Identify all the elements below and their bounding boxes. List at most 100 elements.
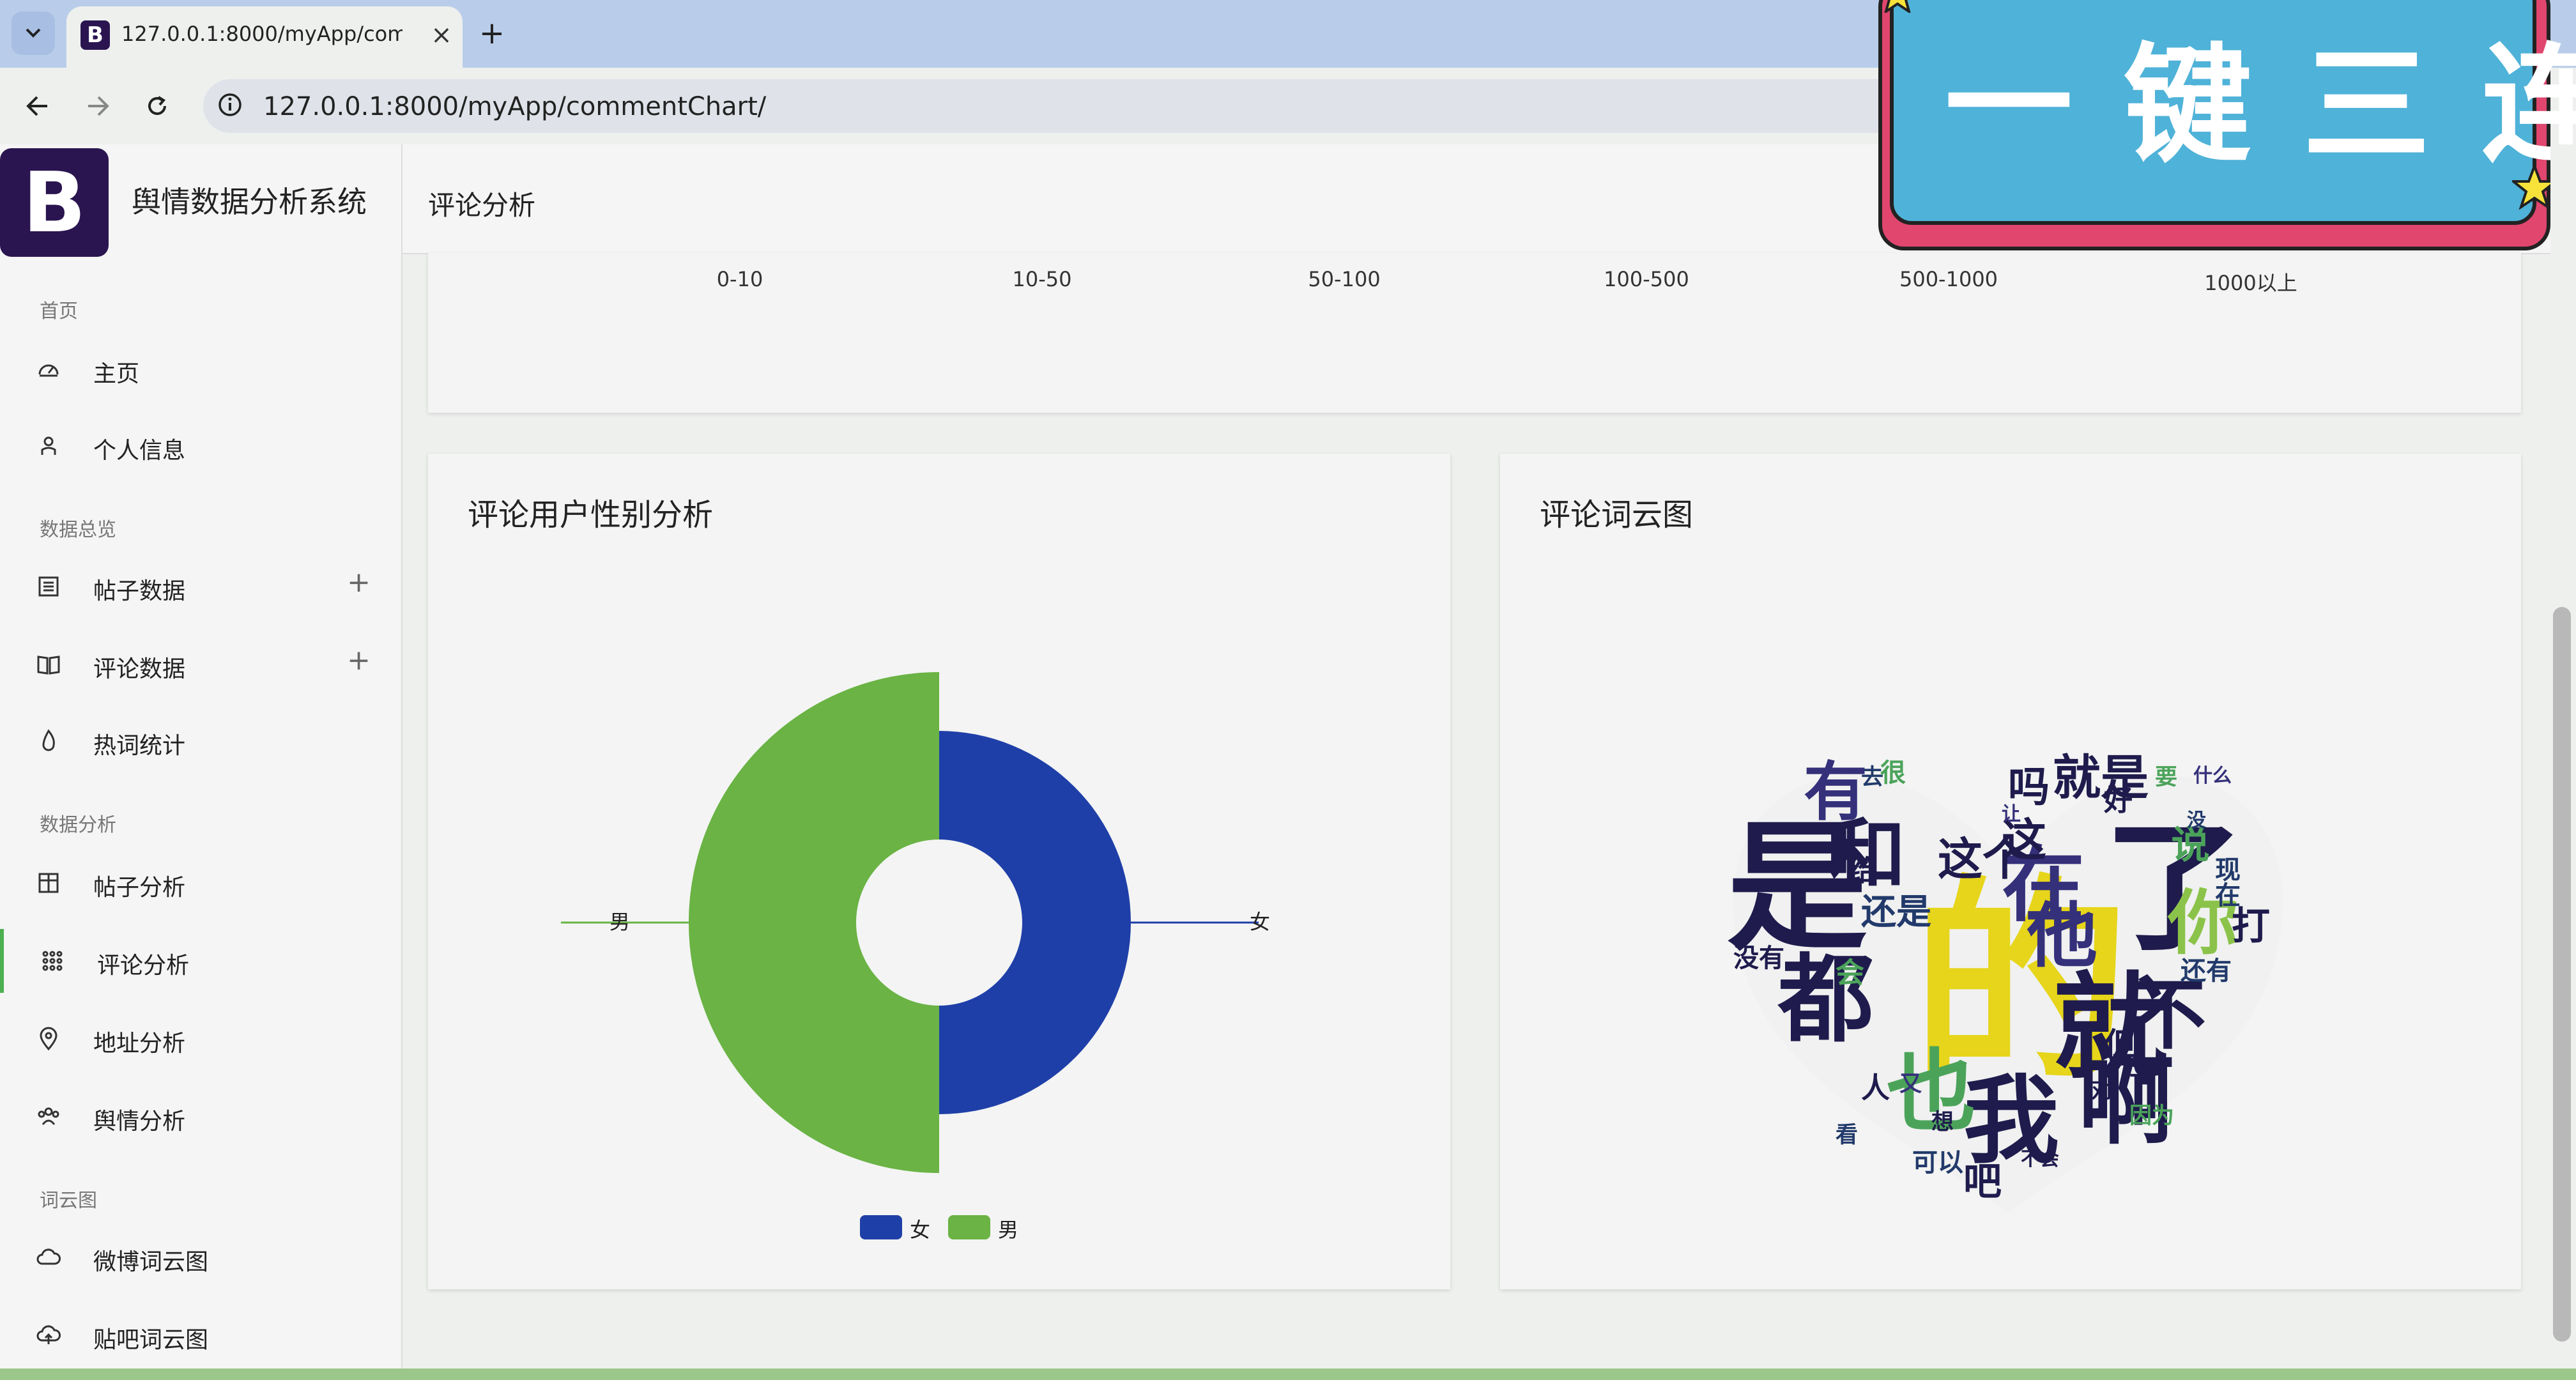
- reload-icon: [148, 96, 166, 115]
- back-button[interactable]: [17, 86, 57, 126]
- cloud-word: 看: [1836, 1123, 1859, 1148]
- cloud-word: 吧: [1963, 1160, 2002, 1204]
- cloud-word: 会: [1836, 956, 1865, 990]
- browser-tab[interactable]: B 127.0.0.1:8000/myApp/commentChart/ ×: [66, 6, 463, 68]
- cloud-word: 给: [1848, 854, 1878, 887]
- cloud-word: 因为: [2129, 1103, 2175, 1129]
- tab-title: 127.0.0.1:8000/myApp/commentChart/: [121, 22, 402, 46]
- cloud-word: 人: [1861, 1071, 1890, 1105]
- logo[interactable]: B: [0, 148, 109, 257]
- x-tick-label: 0-10: [716, 267, 763, 291]
- promo-banner: 一键三连: [1878, 0, 2576, 250]
- sidebar-item-label: 帖子数据: [93, 578, 186, 604]
- x-tick-label: 50-100: [1308, 267, 1381, 291]
- arrow-right-icon: [88, 96, 109, 116]
- sidebar-item-comment-analysis[interactable]: 评论分析: [0, 929, 404, 993]
- sidebar-item-post-analysis[interactable]: 帖子分析: [0, 851, 400, 915]
- pie-slice-male[interactable]: [689, 672, 939, 1173]
- sidebar-item-label: 评论分析: [97, 953, 190, 979]
- legend-swatch: [948, 1215, 990, 1239]
- cloud-word: 还有: [2181, 956, 2232, 986]
- x-tick-label: 1000以上: [2204, 271, 2297, 295]
- reload-button[interactable]: [137, 86, 178, 126]
- sidebar-item-tieba-cloud[interactable]: 贴吧词云图: [0, 1303, 400, 1367]
- flame-icon: [42, 729, 55, 751]
- cloud-word: 还是: [1861, 891, 1932, 932]
- word-cloud-title: 评论词云图: [1540, 497, 1694, 533]
- arrow-left-icon: [26, 96, 47, 116]
- chevron-down-icon: [26, 28, 41, 38]
- top-chart-card: 0-10 10-50 50-100 100-500 500-1000 1000以…: [428, 253, 2521, 413]
- sidebar-item-label: 热词统计: [93, 733, 186, 759]
- scrollbar-thumb[interactable]: [2553, 607, 2571, 1342]
- gender-chart-card: 评论用户性别分析 女 男 女 男: [428, 454, 1450, 1289]
- cloud-word: 不: [2129, 971, 2206, 1060]
- sidebar-item-label: 舆情分析: [93, 1108, 186, 1135]
- grid-icon: [42, 951, 63, 971]
- sidebar-item-label: 主页: [93, 361, 140, 387]
- cloud-word: 没: [2187, 809, 2206, 832]
- x-tick-label: 10-50: [1012, 267, 1072, 291]
- sidebar: B 舆情数据分析系统 首页 主页 个人信息 数据总览 帖子数据 + 评论数据 +…: [0, 144, 402, 1380]
- brand-name[interactable]: 舆情数据分析系统: [132, 179, 367, 221]
- promo-panel: 一键三连: [1890, 0, 2576, 225]
- cloud-word: 想: [1931, 1110, 1954, 1135]
- pie-label-male: 男: [610, 910, 631, 934]
- cloud-word: 现在: [2211, 856, 2240, 907]
- info-icon[interactable]: [217, 92, 243, 118]
- sidebar-item-weibo-cloud[interactable]: 微博词云图: [0, 1225, 400, 1289]
- sidebar-item-label: 贴吧词云图: [93, 1327, 209, 1353]
- sidebar-item-label: 帖子分析: [93, 875, 186, 901]
- sidebar-item-label: 评论数据: [93, 656, 186, 682]
- sidebar-item-label: 微博词云图: [93, 1249, 209, 1275]
- cloud-icon: [36, 1248, 61, 1265]
- legend-label: 女: [910, 1218, 931, 1242]
- sidebar-item-profile[interactable]: 个人信息: [0, 414, 400, 478]
- word-cloud-card: 评论词云图 的是了我都就啊也在和有不你他这个 就是吗这还是 没有说打上人可以吧不会但…: [1500, 454, 2521, 1289]
- forward-button[interactable]: [78, 86, 119, 126]
- tab-search-button[interactable]: [12, 12, 55, 55]
- close-tab-button[interactable]: ×: [424, 18, 459, 52]
- taskbar-strip: [0, 1368, 2576, 1380]
- sidebar-item-label: 地址分析: [93, 1031, 186, 1057]
- sidebar-item-address-analysis[interactable]: 地址分析: [0, 1007, 400, 1071]
- new-tab-button[interactable]: +: [473, 14, 511, 52]
- section-analysis: 数据分析: [40, 814, 116, 836]
- cloud-word: 可以: [1912, 1148, 1963, 1177]
- pie-label-female: 女: [1250, 910, 1271, 934]
- cloud-word: 对: [2091, 1078, 2114, 1103]
- cloud-word: 什么: [2193, 765, 2232, 787]
- cloud-word: 吗: [2008, 763, 2050, 811]
- cloud-upload-icon: [36, 1325, 61, 1344]
- expand-icon[interactable]: +: [347, 644, 371, 677]
- cloud-word: 不会: [2021, 1148, 2059, 1170]
- page-title: 评论分析: [428, 190, 536, 221]
- x-tick-label: 500-1000: [1899, 267, 1998, 291]
- sidebar-item-label: 个人信息: [93, 438, 186, 464]
- cloud-word: 好: [2104, 783, 2133, 817]
- sidebar-item-sentiment-analysis[interactable]: 舆情分析: [0, 1085, 400, 1149]
- cloud-word: 打: [2232, 904, 2270, 949]
- cloud-word: 要: [2155, 765, 2178, 790]
- people-icon: [38, 1107, 59, 1125]
- sidebar-item-home[interactable]: 主页: [0, 337, 400, 401]
- location-pin-icon: [40, 1027, 57, 1051]
- cloud-word: 有: [1804, 755, 1867, 829]
- cloud-word: 就是: [2053, 749, 2149, 806]
- word-cloud: 的是了我都就啊也在和有不你他这个 就是吗这还是 没有说打上人可以吧不会但对因为会还有…: [1721, 741, 2296, 1227]
- dashboard-icon: [38, 364, 59, 377]
- book-icon: [37, 656, 60, 675]
- gender-pie-chart[interactable]: [428, 454, 1450, 1289]
- sidebar-item-hot-words[interactable]: 热词统计: [0, 709, 400, 773]
- legend-swatch: [860, 1215, 902, 1239]
- sidebar-item-post-data[interactable]: 帖子数据 +: [0, 555, 400, 618]
- cloud-word: 他: [2027, 895, 2097, 977]
- sidebar-item-comment-data[interactable]: 评论数据 +: [0, 632, 400, 696]
- cloud-word: 很: [1880, 758, 1906, 788]
- url-text[interactable]: 127.0.0.1:8000/myApp/commentChart/: [263, 92, 766, 121]
- section-overview: 数据总览: [40, 519, 116, 541]
- star-icon: [1884, 0, 1911, 13]
- expand-icon[interactable]: +: [347, 566, 371, 599]
- section-word-cloud: 词云图: [40, 1190, 97, 1212]
- pie-slice-female[interactable]: [939, 731, 1131, 1114]
